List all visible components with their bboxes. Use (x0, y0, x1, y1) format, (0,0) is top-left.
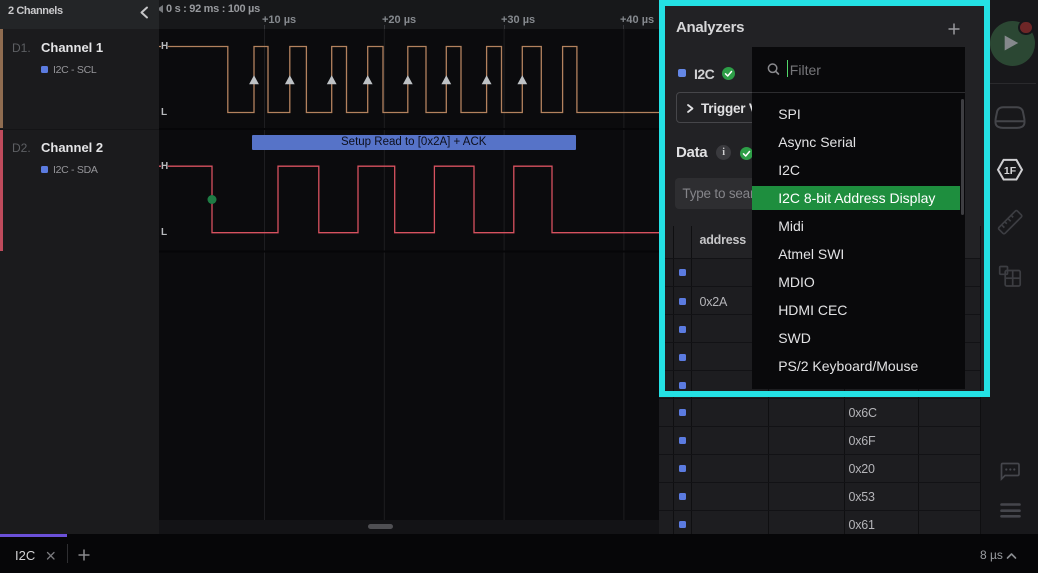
svg-text:1F: 1F (1004, 165, 1017, 177)
